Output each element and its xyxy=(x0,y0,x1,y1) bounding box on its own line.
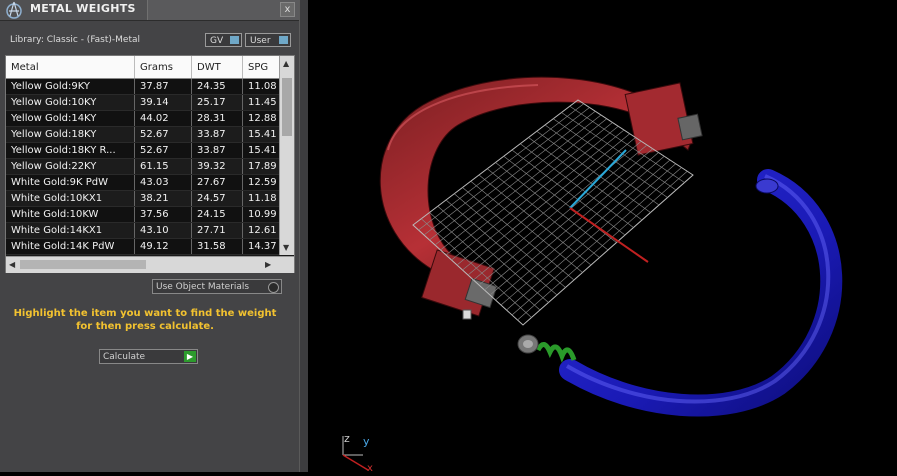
spg-cell: 11.08 xyxy=(242,78,283,95)
dwt-cell: 33.87 xyxy=(191,126,243,143)
use-object-materials-checkbox[interactable]: Use Object Materials xyxy=(152,279,282,294)
blue-ring-shank[interactable] xyxy=(559,169,843,417)
horizontal-scroll-thumb[interactable] xyxy=(20,260,146,269)
spg-cell: 17.89 xyxy=(242,158,283,175)
grams-cell: 37.56 xyxy=(134,206,192,223)
table-row[interactable]: White Gold:14K PdW 49.12 31.58 14.37 xyxy=(6,238,283,255)
table-row[interactable]: Yellow Gold:14KY 44.02 28.31 12.88 xyxy=(6,110,283,127)
table-row[interactable]: White Gold:10KX1 38.21 24.57 11.18 xyxy=(6,190,283,207)
dwt-cell: 24.35 xyxy=(191,78,243,95)
grams-cell: 52.67 xyxy=(134,142,192,159)
vertical-scroll-thumb[interactable] xyxy=(282,78,292,136)
col-header-metal[interactable]: Metal xyxy=(6,56,135,79)
library-label: Library: Classic - (Fast)-Metal xyxy=(10,35,141,45)
grid-line xyxy=(511,167,682,316)
spg-cell: 15.41 xyxy=(242,142,283,159)
grams-cell: 38.21 xyxy=(134,190,192,207)
play-icon: ▶ xyxy=(184,351,196,362)
panel-titlebar[interactable]: METAL WEIGHTS x xyxy=(0,0,299,21)
table-row[interactable]: White Gold:14KX1 43.10 27.71 12.61 xyxy=(6,222,283,239)
table-row[interactable]: Yellow Gold:18KY 52.67 33.87 15.41 xyxy=(6,126,283,143)
viewport-scene: z y x xyxy=(342,76,843,474)
metal-cell: White Gold:9K PdW xyxy=(6,174,135,191)
metal-cell: Yellow Gold:10KY xyxy=(6,94,135,111)
instruction-text: Highlight the item you want to find the … xyxy=(13,308,277,332)
calculate-label: Calculate xyxy=(103,352,146,362)
dwt-cell: 39.32 xyxy=(191,158,243,175)
spg-cell: 10.99 xyxy=(242,206,283,223)
metal-cell: White Gold:10KX1 xyxy=(6,190,135,207)
panel-title: METAL WEIGHTS xyxy=(30,2,136,15)
close-button[interactable]: x xyxy=(280,2,295,17)
spg-cell: 12.59 xyxy=(242,174,283,191)
user-toggle-switch xyxy=(279,36,288,44)
metal-cell: Yellow Gold:18KY xyxy=(6,126,135,143)
y-axis-line xyxy=(569,149,627,209)
table-row[interactable]: White Gold:9K PdW 43.03 27.67 12.59 xyxy=(6,174,283,191)
spg-cell: 14.37 xyxy=(242,238,283,255)
table-row[interactable]: Yellow Gold:9KY 37.87 24.35 11.08 xyxy=(6,78,283,95)
dwt-cell: 27.71 xyxy=(191,222,243,239)
col-header-dwt[interactable]: DWT xyxy=(191,56,243,79)
scroll-left-icon[interactable]: ◀ xyxy=(9,260,15,269)
col-header-grams[interactable]: Grams xyxy=(134,56,192,79)
spg-cell: 12.88 xyxy=(242,110,283,127)
spg-cell: 15.41 xyxy=(242,126,283,143)
scroll-down-icon[interactable]: ▼ xyxy=(283,243,289,252)
dwt-cell: 25.17 xyxy=(191,94,243,111)
3d-viewport[interactable]: z y x xyxy=(308,0,897,474)
table-row[interactable]: Yellow Gold:22KY 61.15 39.32 17.89 xyxy=(6,158,283,175)
gv-toggle-label: GV xyxy=(210,36,224,46)
table-row[interactable]: Yellow Gold:10KY 39.14 25.17 11.45 xyxy=(6,94,283,111)
spg-cell: 11.45 xyxy=(242,94,283,111)
metal-table: Metal Grams DWT SPG Yellow Gold:9KY 37.87… xyxy=(5,55,295,273)
axis-gizmo: z y x xyxy=(342,432,373,474)
table-row[interactable]: White Gold:10KW 37.56 24.15 10.99 xyxy=(6,206,283,223)
spring-clasp[interactable] xyxy=(517,334,577,363)
spg-cell: 11.18 xyxy=(242,190,283,207)
use-object-materials-label: Use Object Materials xyxy=(156,282,250,292)
metal-cell: Yellow Gold:22KY xyxy=(6,158,135,175)
scroll-up-icon[interactable]: ▲ xyxy=(283,59,289,68)
spg-cell: 12.61 xyxy=(242,222,283,239)
metal-cell: White Gold:10KW xyxy=(6,206,135,223)
dwt-cell: 27.67 xyxy=(191,174,243,191)
metal-cell: Yellow Gold:18KY R... xyxy=(6,142,135,159)
dwt-cell: 33.87 xyxy=(191,142,243,159)
x-axis-label: x xyxy=(367,463,373,472)
col-header-spg[interactable]: SPG xyxy=(242,56,283,79)
user-toggle-label: User xyxy=(250,36,271,46)
gv-toggle-switch xyxy=(230,36,239,44)
metal-cell: White Gold:14KX1 xyxy=(6,222,135,239)
grams-cell: 61.15 xyxy=(134,158,192,175)
metal-weights-panel: METAL WEIGHTS x Library: Classic - (Fast… xyxy=(0,0,300,472)
grid-line xyxy=(517,171,688,321)
scroll-right-icon[interactable]: ▶ xyxy=(265,260,271,269)
dwt-cell: 31.58 xyxy=(191,238,243,255)
grams-cell: 39.14 xyxy=(134,94,192,111)
user-toggle[interactable]: User xyxy=(245,33,291,47)
table-row[interactable]: Yellow Gold:18KY R... 52.67 33.87 15.41 xyxy=(6,142,283,159)
calculate-button[interactable]: Calculate ▶ xyxy=(99,349,198,364)
table-horizontal-scrollbar[interactable]: ◀ ▶ xyxy=(6,256,294,273)
grams-cell: 43.10 xyxy=(134,222,192,239)
grams-cell: 43.03 xyxy=(134,174,192,191)
checkbox-indicator xyxy=(268,282,279,293)
dwt-cell: 24.15 xyxy=(191,206,243,223)
metal-weights-table: Metal Grams DWT SPG Yellow Gold:9KY 37.87… xyxy=(6,56,283,255)
metal-cell: Yellow Gold:14KY xyxy=(6,110,135,127)
table-vertical-scrollbar[interactable]: ▲ ▼ xyxy=(279,56,294,255)
z-axis-label: z xyxy=(344,432,350,445)
metal-cell: Yellow Gold:9KY xyxy=(6,78,135,95)
metal-cell: White Gold:14K PdW xyxy=(6,238,135,255)
gv-toggle[interactable]: GV xyxy=(205,33,242,47)
dwt-cell: 24.57 xyxy=(191,190,243,207)
dwt-cell: 28.31 xyxy=(191,110,243,127)
grams-cell: 37.87 xyxy=(134,78,192,95)
app-logo-icon xyxy=(6,1,22,19)
y-axis-label: y xyxy=(363,435,370,448)
grams-cell: 52.67 xyxy=(134,126,192,143)
grams-cell: 49.12 xyxy=(134,238,192,255)
grams-cell: 44.02 xyxy=(134,110,192,127)
